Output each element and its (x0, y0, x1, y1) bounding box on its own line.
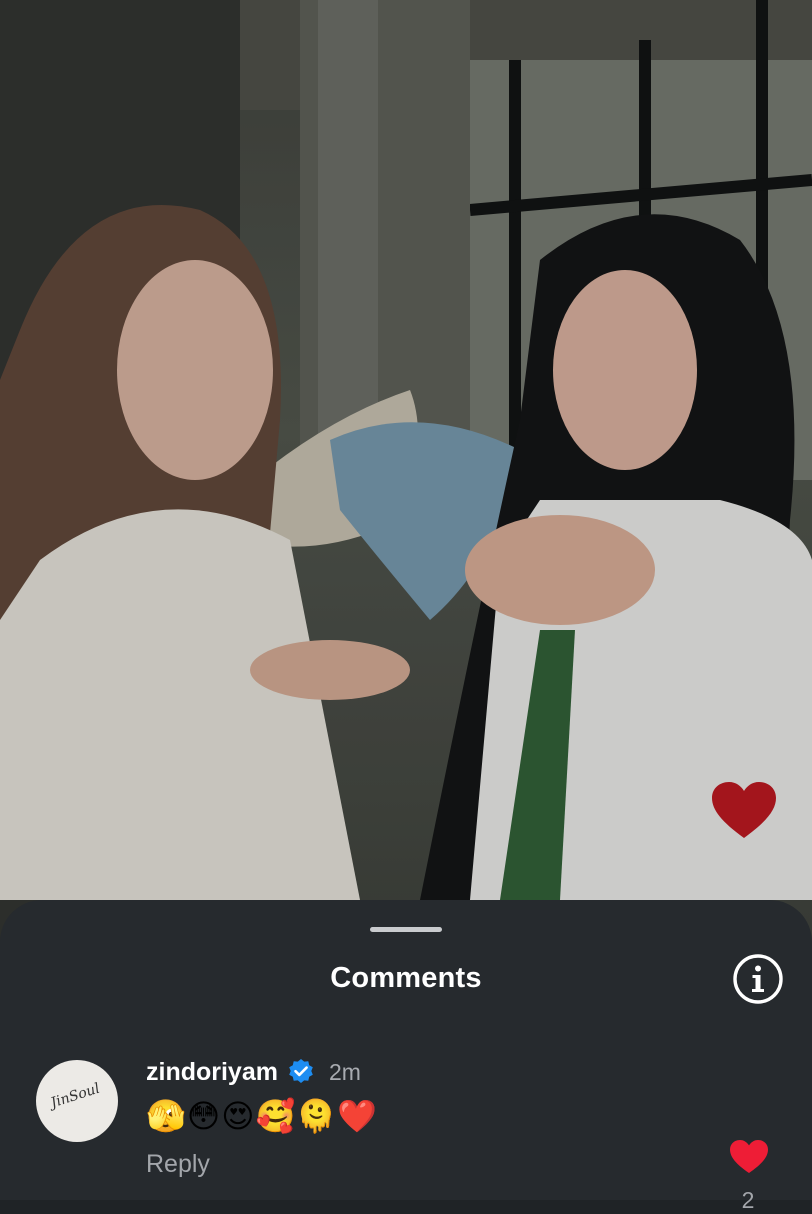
drag-handle[interactable] (370, 927, 442, 932)
sheet-title: Comments (330, 962, 482, 994)
comment-text: 🫣😳😍🥰🫠❤️ (146, 1097, 379, 1135)
verified-badge-icon (289, 1059, 313, 1083)
floating-heart-icon[interactable] (712, 782, 776, 840)
avatar[interactable]: JinSoul (36, 1060, 118, 1142)
comment-item: JinSoul zindoriyam 2m 🫣😳😍🥰🫠❤️ Reply 2 (0, 1050, 812, 1213)
comment-header: zindoriyam 2m (146, 1055, 361, 1089)
reply-button[interactable]: Reply (146, 1150, 210, 1179)
comment-time: 2m (328, 1058, 361, 1085)
info-icon[interactable] (732, 953, 784, 1005)
heart-icon[interactable] (730, 1140, 768, 1174)
comment-username[interactable]: zindoriyam (146, 1058, 278, 1087)
reel-photo (0, 0, 812, 960)
comments-sheet: Comments JinSoul zindoriyam 2m 🫣😳😍🥰🫠❤️ R… (0, 900, 812, 1213)
like-count: 2 (741, 1187, 755, 1213)
avatar-signature: JinSoul (48, 1080, 102, 1112)
